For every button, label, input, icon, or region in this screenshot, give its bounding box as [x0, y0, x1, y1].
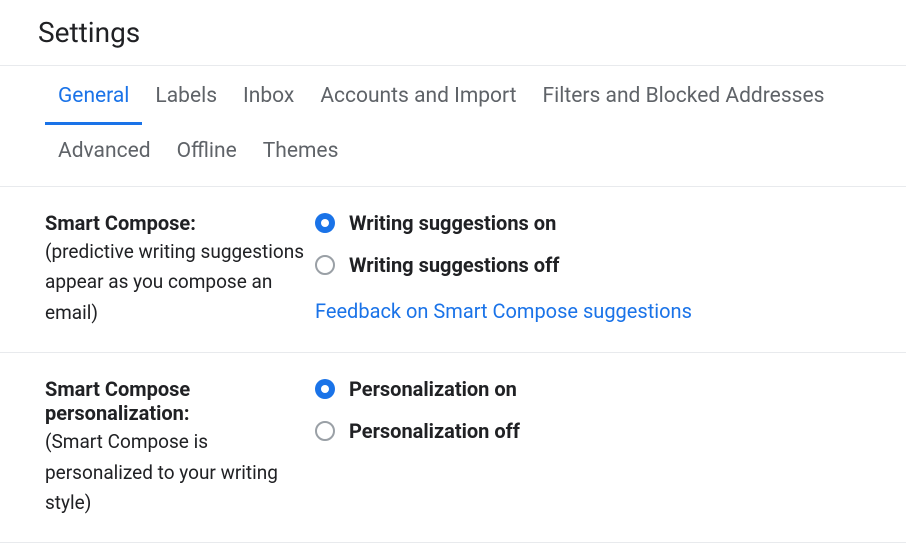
- tab-themes[interactable]: Themes: [250, 125, 352, 184]
- tabs-row-2: Advanced Offline Themes: [45, 125, 906, 184]
- radio-row-suggestions-off: Writing suggestions off: [315, 253, 906, 277]
- setting-options-column: Personalization on Personalization off: [315, 377, 906, 518]
- setting-desc-personalization: (Smart Compose is personalized to your w…: [45, 427, 305, 518]
- tab-advanced[interactable]: Advanced: [45, 125, 164, 184]
- radio-row-personalization-off: Personalization off: [315, 419, 906, 443]
- radio-label-suggestions-off: Writing suggestions off: [349, 253, 559, 277]
- tab-filters-blocked[interactable]: Filters and Blocked Addresses: [530, 66, 838, 125]
- setting-desc-smart-compose: (predictive writing suggestions appear a…: [45, 237, 305, 328]
- radio-label-personalization-off: Personalization off: [349, 419, 520, 443]
- setting-label-column: Smart Compose personalization: (Smart Co…: [45, 377, 315, 518]
- radio-suggestions-on[interactable]: [315, 213, 335, 233]
- tabs-container: General Labels Inbox Accounts and Import…: [0, 66, 906, 184]
- radio-suggestions-off[interactable]: [315, 255, 335, 275]
- tab-general[interactable]: General: [45, 66, 142, 125]
- setting-label-column: Smart Compose: (predictive writing sugge…: [45, 211, 315, 328]
- tab-accounts-import[interactable]: Accounts and Import: [307, 66, 529, 125]
- section-personalization: Smart Compose personalization: (Smart Co…: [0, 353, 906, 543]
- setting-title-personalization: Smart Compose personalization:: [45, 377, 305, 425]
- tabs-row-1: General Labels Inbox Accounts and Import…: [45, 66, 906, 125]
- radio-personalization-off[interactable]: [315, 421, 335, 441]
- section-smart-compose: Smart Compose: (predictive writing sugge…: [0, 187, 906, 353]
- radio-label-personalization-on: Personalization on: [349, 377, 517, 401]
- radio-row-personalization-on: Personalization on: [315, 377, 906, 401]
- radio-personalization-on[interactable]: [315, 379, 335, 399]
- radio-row-suggestions-on: Writing suggestions on: [315, 211, 906, 235]
- page-title: Settings: [0, 0, 906, 65]
- tab-offline[interactable]: Offline: [164, 125, 250, 184]
- tab-labels[interactable]: Labels: [142, 66, 230, 125]
- setting-title-smart-compose: Smart Compose:: [45, 211, 305, 235]
- radio-label-suggestions-on: Writing suggestions on: [349, 211, 556, 235]
- feedback-link[interactable]: Feedback on Smart Compose suggestions: [315, 299, 692, 323]
- setting-options-column: Writing suggestions on Writing suggestio…: [315, 211, 906, 328]
- tab-inbox[interactable]: Inbox: [230, 66, 307, 125]
